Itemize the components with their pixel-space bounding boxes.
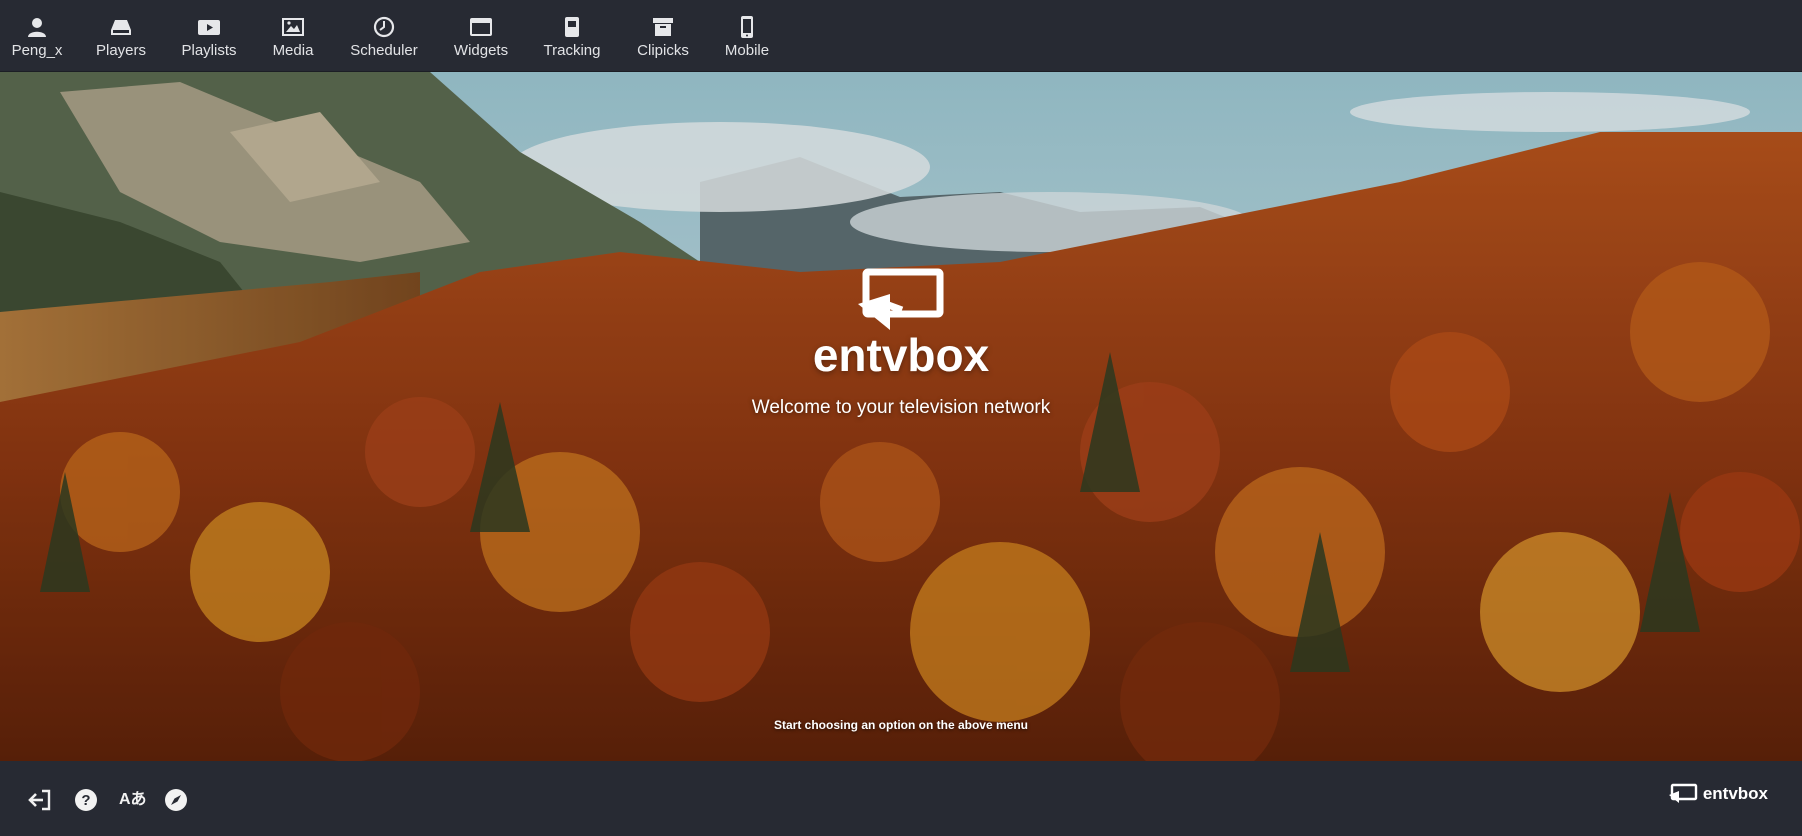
playlist-icon <box>198 20 220 35</box>
top-navigation-bar: Peng_x Players Playlists Media Scheduler… <box>0 0 1802 72</box>
nav-item-label: Players <box>95 42 147 59</box>
nav-item-mobile[interactable]: Mobile <box>702 16 792 59</box>
language-icon: Aあ <box>119 791 147 808</box>
entvbox-logo-icon <box>858 268 944 330</box>
logout-icon <box>28 789 51 811</box>
svg-text:?: ? <box>81 792 90 809</box>
help-icon: ? <box>75 789 97 811</box>
media-icon <box>282 18 304 36</box>
compass-button[interactable] <box>164 788 188 812</box>
tracking-icon <box>565 17 579 37</box>
nav-item-label: Tracking <box>543 42 601 59</box>
logout-button[interactable] <box>28 788 52 812</box>
nav-item-players[interactable]: Players <box>76 16 166 59</box>
nav-item-label: Playlists <box>181 42 237 59</box>
nav-item-label: Peng_x <box>11 42 63 59</box>
nav-item-clipicks[interactable]: Clipicks <box>618 16 708 59</box>
nav-item-label: Widgets <box>453 42 509 59</box>
archive-icon <box>653 18 673 36</box>
nav-item-playlists[interactable]: Playlists <box>164 16 254 59</box>
compass-icon <box>165 789 187 811</box>
nav-item-user[interactable]: Peng_x <box>0 16 82 59</box>
clock-icon <box>373 16 395 38</box>
nav-item-label: Media <box>272 42 314 59</box>
nav-item-label: Mobile <box>724 42 770 59</box>
user-icon <box>28 18 46 37</box>
nav-item-widgets[interactable]: Widgets <box>436 16 526 59</box>
language-button[interactable]: Aあ <box>119 788 151 812</box>
nav-item-label: Scheduler <box>350 42 418 59</box>
window-icon <box>470 18 492 36</box>
footer-brand-name: entvbox <box>1702 784 1768 803</box>
help-button[interactable]: ? <box>74 788 98 812</box>
nav-item-scheduler[interactable]: Scheduler <box>339 16 429 59</box>
nav-item-tracking[interactable]: Tracking <box>527 16 617 59</box>
player-icon <box>111 20 131 35</box>
welcome-message: Welcome to your television network <box>751 397 1051 418</box>
footer-brand: entvbox <box>1668 783 1768 805</box>
menu-hint: Start choosing an option on the above me… <box>773 718 1028 732</box>
nav-item-media[interactable]: Media <box>248 16 338 59</box>
mobile-icon <box>741 16 753 38</box>
footer-bar: ? Aあ entvbox <box>0 761 1802 836</box>
entvbox-logo-icon <box>1668 783 1698 803</box>
nav-item-label: Clipicks <box>637 42 689 59</box>
hero-banner: entvbox Welcome to your television netwo… <box>0 72 1802 761</box>
brand-name: entvbox <box>812 329 990 381</box>
